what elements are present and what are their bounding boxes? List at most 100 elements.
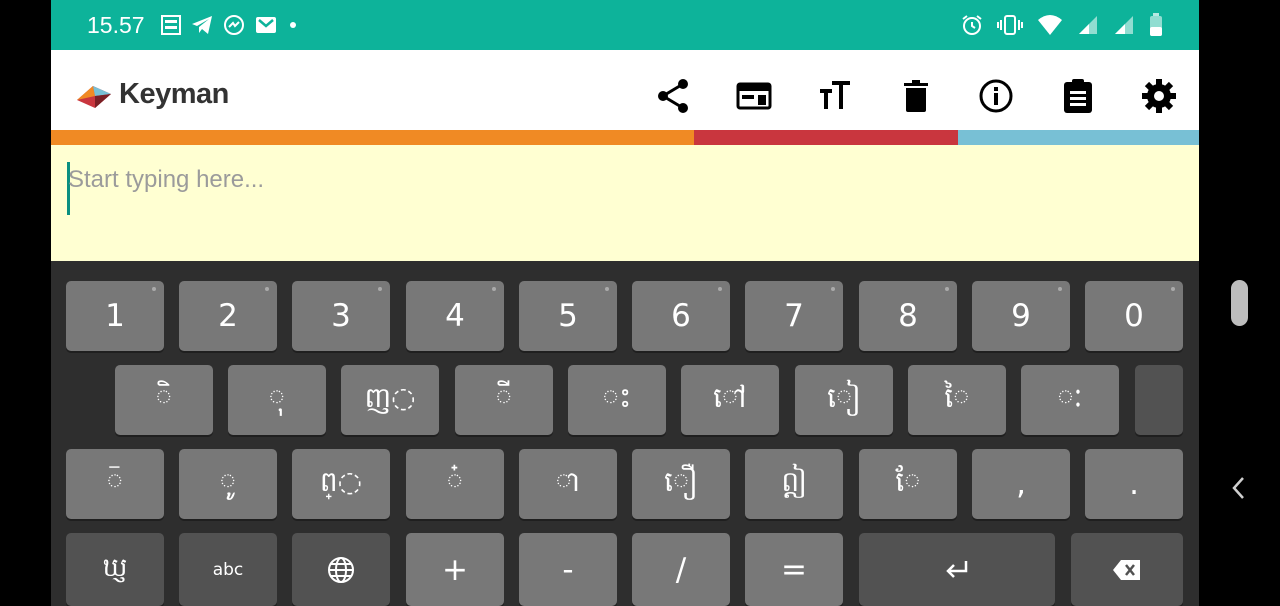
stripe-blue bbox=[958, 130, 1199, 145]
key-label: ◌ៅ bbox=[713, 380, 747, 414]
delete-icon bbox=[904, 80, 928, 112]
notification-icons bbox=[161, 12, 299, 38]
key-label: ◌ះ bbox=[602, 380, 632, 414]
slash-key[interactable]: / bbox=[632, 533, 730, 606]
key-row3-5[interactable]: ◌ា bbox=[519, 449, 617, 519]
longpress-dot bbox=[945, 287, 949, 291]
key-label: ◌៎ bbox=[446, 464, 464, 498]
language-switch-key[interactable]: ឃ្ញ bbox=[66, 533, 164, 606]
status-time: 15.57 bbox=[87, 12, 145, 38]
key-label: 3 bbox=[331, 298, 351, 334]
text-editor[interactable]: Start typing here... bbox=[51, 145, 1199, 261]
info-icon bbox=[979, 79, 1013, 113]
enter-key[interactable] bbox=[859, 533, 1055, 606]
app-bar: Keyman bbox=[51, 50, 1199, 130]
key-row3-6[interactable]: ឿ bbox=[632, 449, 730, 519]
clipboard-icon bbox=[1064, 79, 1092, 113]
key-row2-1[interactable]: ◌ិ bbox=[115, 365, 213, 435]
key-row2-2[interactable]: ◌ុ bbox=[228, 365, 326, 435]
key-3[interactable]: 3 bbox=[292, 281, 390, 351]
telegram-icon bbox=[192, 16, 212, 34]
key-8[interactable]: 8 bbox=[859, 281, 957, 351]
longpress-dot bbox=[1171, 287, 1175, 291]
status-bar: 15.57 bbox=[51, 0, 1199, 50]
key-row2-7[interactable]: ◌ៀ bbox=[795, 365, 893, 435]
key-row3-3[interactable]: ព្◌ bbox=[292, 449, 390, 519]
wifi-icon bbox=[1038, 15, 1062, 35]
key-label: ញ◌ bbox=[364, 380, 416, 414]
key-label: 0 bbox=[1124, 298, 1144, 334]
stripe-red bbox=[694, 130, 958, 145]
key-row3-2[interactable]: ◌ូ bbox=[179, 449, 277, 519]
key-row2-8[interactable]: ◌ៃ bbox=[908, 365, 1006, 435]
key-5[interactable]: 5 bbox=[519, 281, 617, 351]
abc-key[interactable]: abc bbox=[179, 533, 277, 606]
vibrate-icon bbox=[997, 15, 1023, 35]
clipboard-button[interactable] bbox=[1054, 72, 1102, 120]
share-button[interactable] bbox=[649, 72, 697, 120]
signal-icon bbox=[1115, 16, 1133, 34]
key-row2-spacer bbox=[1135, 365, 1183, 435]
enter-icon bbox=[946, 560, 968, 578]
key-row2-5[interactable]: ◌ះ bbox=[568, 365, 666, 435]
globe-key[interactable] bbox=[292, 533, 390, 606]
backspace-key[interactable] bbox=[1071, 533, 1183, 606]
key-label: ◌ុ bbox=[268, 380, 286, 414]
key-label: , bbox=[1016, 466, 1026, 502]
longpress-dot bbox=[265, 287, 269, 291]
jazz-icon bbox=[161, 15, 181, 35]
key-row3-8[interactable]: ◌ែ bbox=[859, 449, 957, 519]
text-size-button[interactable] bbox=[811, 72, 859, 120]
key-row2-9[interactable]: ៈ bbox=[1021, 365, 1119, 435]
key-label: 1 bbox=[105, 298, 125, 334]
backspace-icon bbox=[1113, 559, 1140, 580]
equals-key[interactable]: = bbox=[745, 533, 843, 606]
info-button[interactable] bbox=[972, 72, 1020, 120]
minus-key[interactable]: - bbox=[519, 533, 617, 606]
key-label: ៈ bbox=[1057, 380, 1083, 414]
system-icons bbox=[961, 12, 1163, 38]
longpress-dot bbox=[378, 287, 382, 291]
delete-button[interactable] bbox=[892, 72, 940, 120]
stripe-orange bbox=[51, 130, 694, 145]
key-label: ◌ី bbox=[495, 380, 513, 414]
key-label: 2 bbox=[218, 298, 238, 334]
key-1[interactable]: 1 bbox=[66, 281, 164, 351]
key-label: ឿ bbox=[664, 464, 698, 498]
key-label: 7 bbox=[784, 298, 804, 334]
key-row2-3[interactable]: ញ◌ bbox=[341, 365, 439, 435]
settings-button[interactable] bbox=[1135, 72, 1183, 120]
key-label: ◌ិ bbox=[155, 380, 173, 414]
key-7[interactable]: 7 bbox=[745, 281, 843, 351]
brand-stripes bbox=[51, 130, 1199, 145]
longpress-dot bbox=[831, 287, 835, 291]
key-2[interactable]: 2 bbox=[179, 281, 277, 351]
key-6[interactable]: 6 bbox=[632, 281, 730, 351]
key-label: 9 bbox=[1011, 298, 1031, 334]
key-row2-4[interactable]: ◌ី bbox=[455, 365, 553, 435]
key-row2-6[interactable]: ◌ៅ bbox=[681, 365, 779, 435]
key-period[interactable]: . bbox=[1085, 449, 1183, 519]
key-label: - bbox=[562, 551, 574, 588]
key-row3-1[interactable]: ◌៑ bbox=[66, 449, 164, 519]
key-label: ◌ូ bbox=[219, 464, 237, 498]
key-4[interactable]: 4 bbox=[406, 281, 504, 351]
key-comma[interactable]: , bbox=[972, 449, 1070, 519]
key-label: ◌ា bbox=[555, 464, 581, 498]
longpress-dot bbox=[1058, 287, 1062, 291]
key-label: / bbox=[675, 551, 687, 588]
key-label: 6 bbox=[671, 298, 691, 334]
settings-icon bbox=[1142, 79, 1176, 113]
keyman-logo-icon bbox=[77, 85, 111, 108]
key-row3-4[interactable]: ◌៎ bbox=[406, 449, 504, 519]
scroll-handle[interactable] bbox=[1231, 280, 1248, 326]
back-button[interactable] bbox=[1228, 474, 1250, 506]
key-9[interactable]: 9 bbox=[972, 281, 1070, 351]
key-0[interactable]: 0 bbox=[1085, 281, 1183, 351]
plus-key[interactable]: + bbox=[406, 533, 504, 606]
alarm-icon bbox=[962, 15, 982, 35]
key-label: ◌ែ bbox=[895, 464, 921, 498]
key-row3-7[interactable]: ឦ bbox=[745, 449, 843, 519]
keyboard-layout-button[interactable] bbox=[730, 72, 778, 120]
signal-icon bbox=[1079, 16, 1097, 34]
